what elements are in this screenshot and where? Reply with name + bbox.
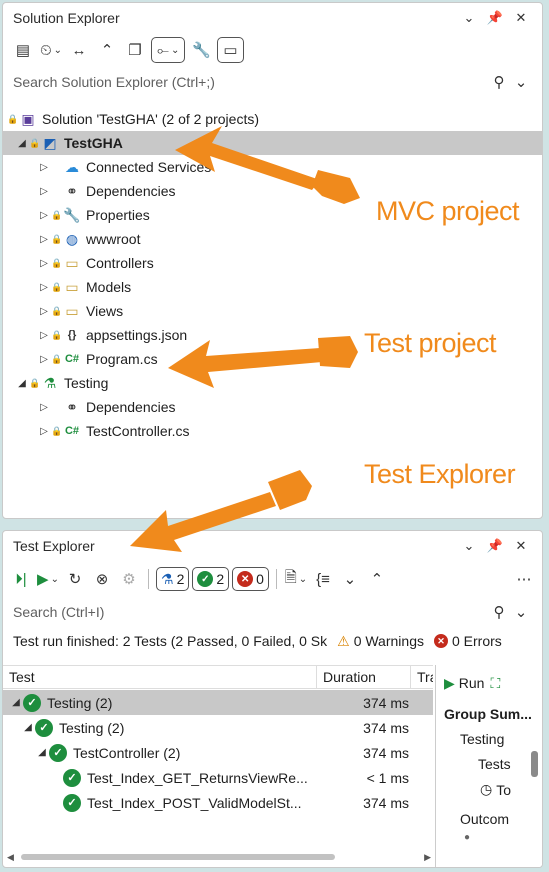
arrow-mvc-tail bbox=[312, 170, 360, 204]
annotation-test-project: Test project bbox=[364, 328, 497, 358]
arrow-test-project bbox=[168, 340, 322, 388]
annotation-test-explorer: Test Explorer bbox=[364, 459, 516, 489]
arrow-test-project-tail bbox=[318, 336, 358, 368]
annotation-arrows bbox=[130, 126, 360, 552]
arrow-test-explorer bbox=[130, 492, 276, 552]
arrow-mvc bbox=[175, 126, 320, 190]
annotation-mvc-project: MVC project bbox=[376, 196, 520, 226]
